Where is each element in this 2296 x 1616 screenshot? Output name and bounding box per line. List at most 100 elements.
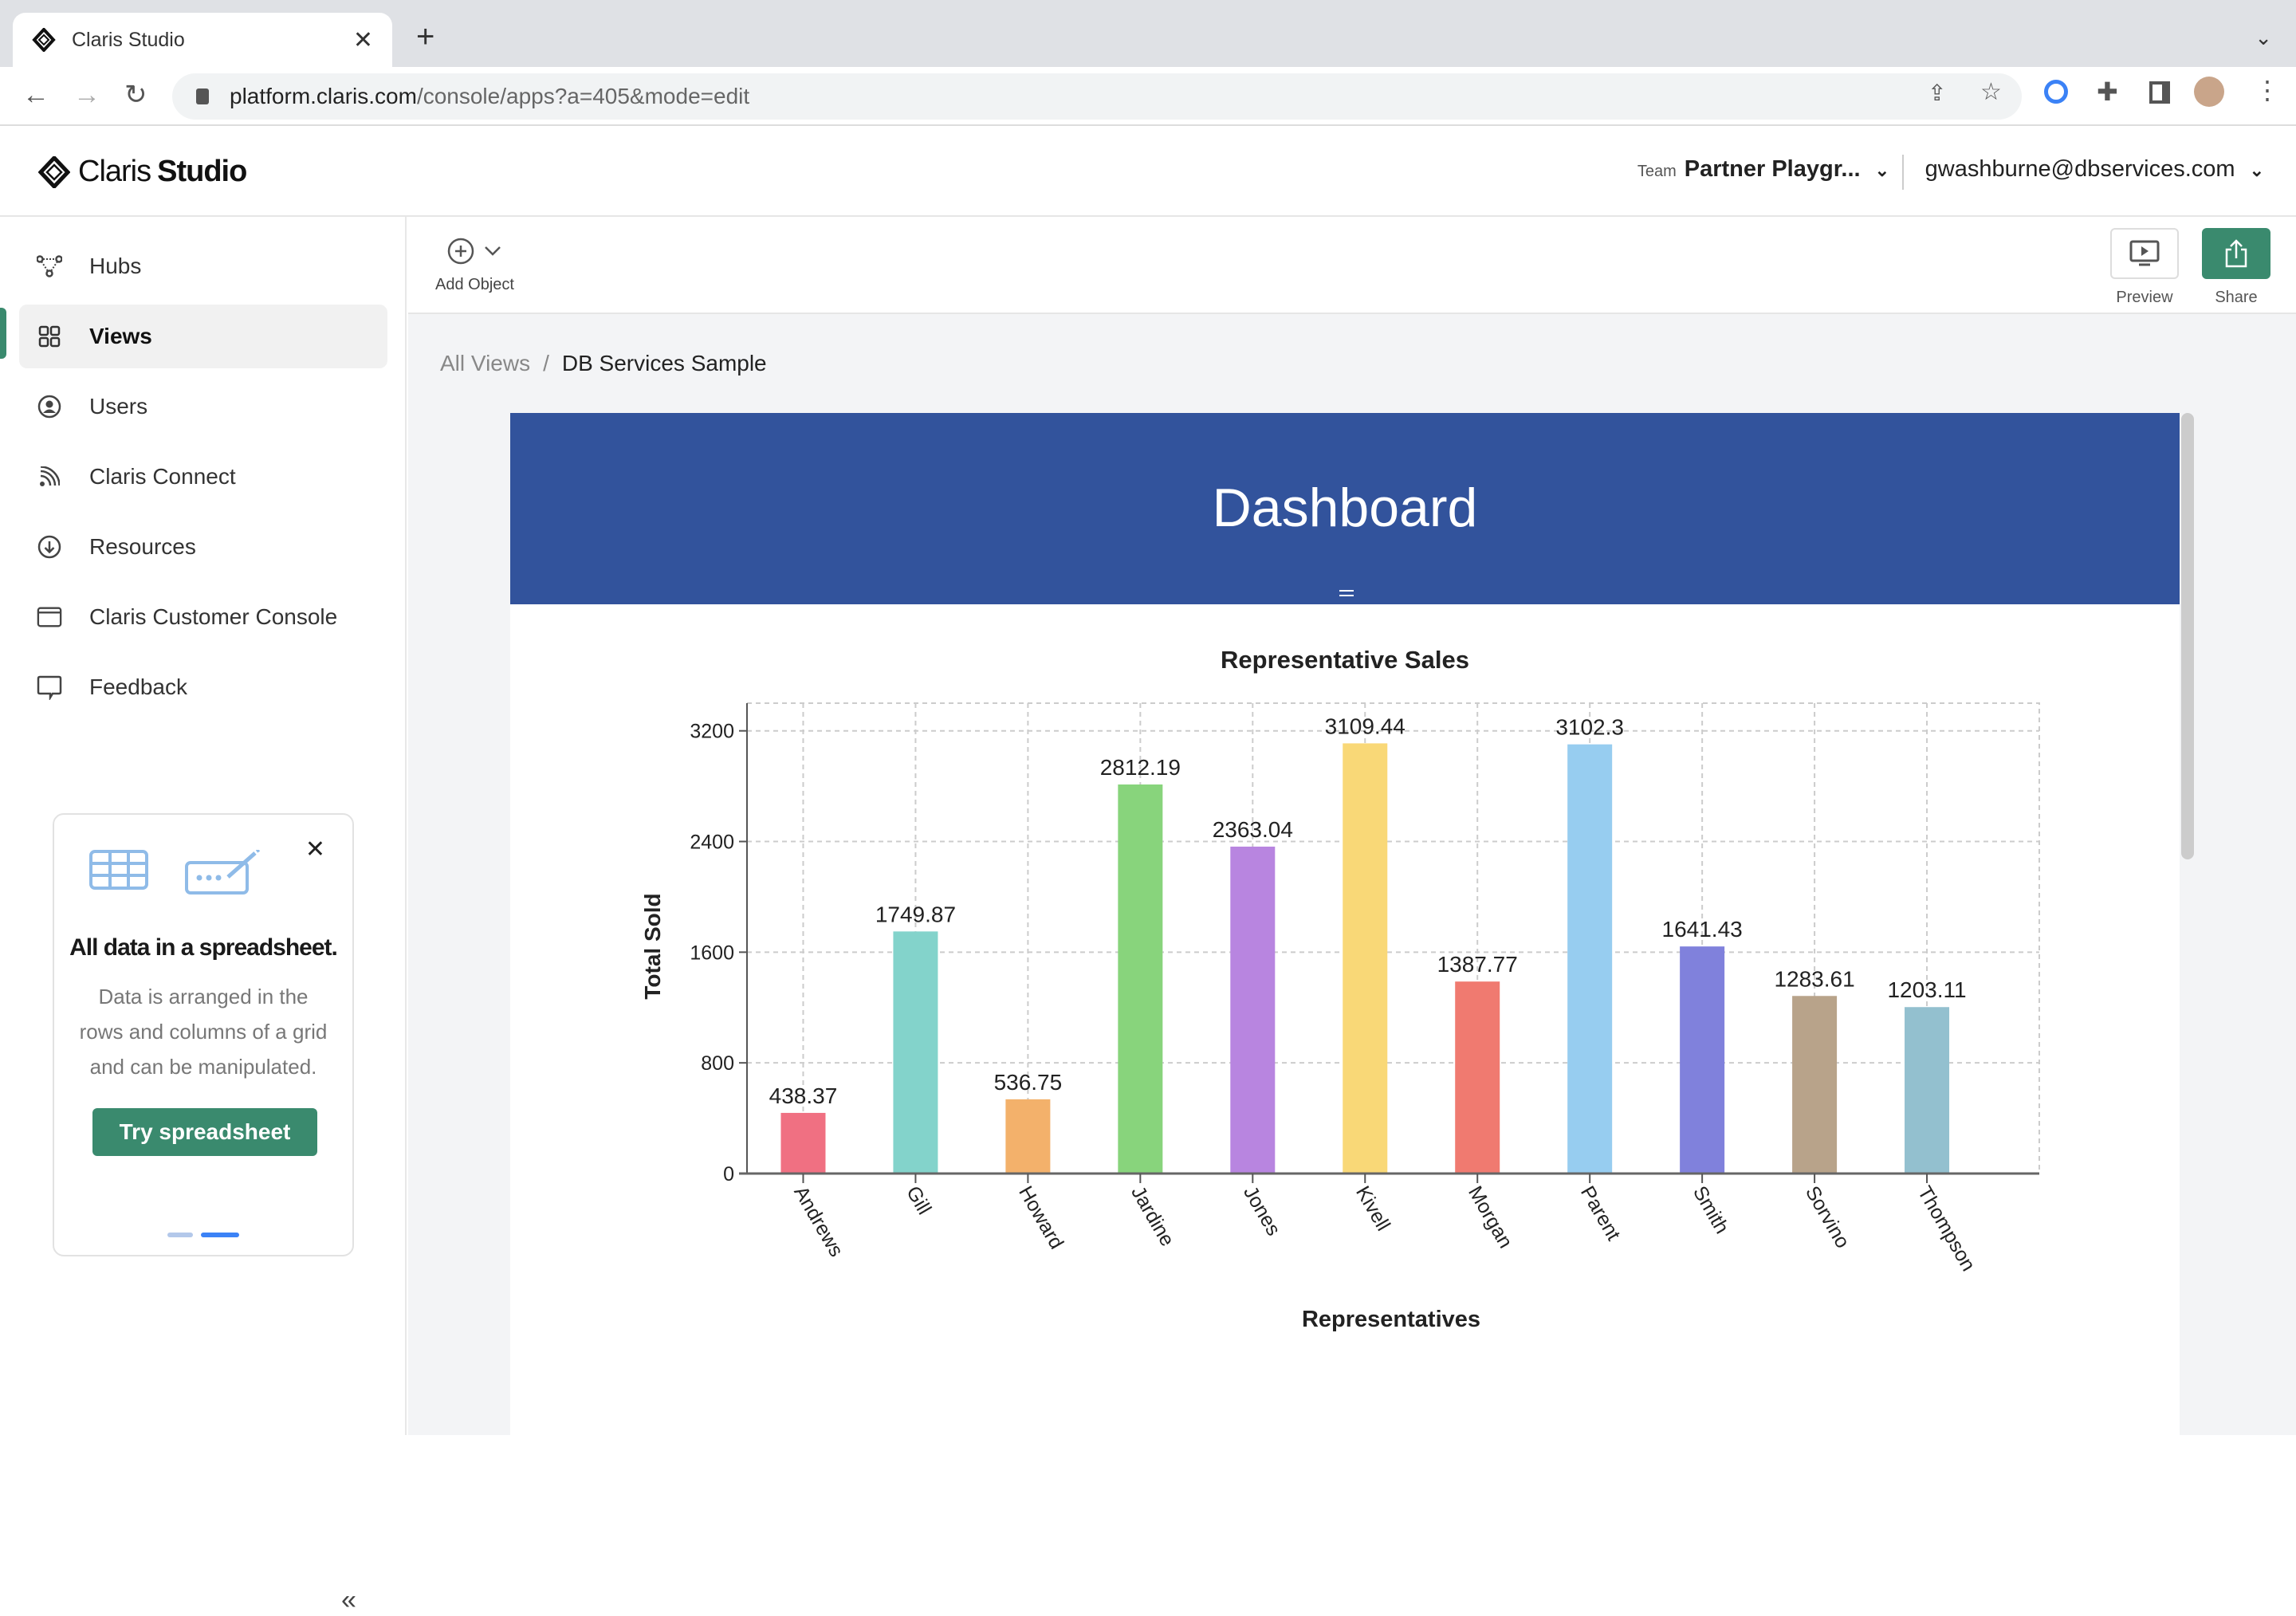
main-area: Add Object Preview Share All Views / DB Se… xyxy=(408,217,2296,1435)
account-menu[interactable]: gwashburne@dbservices.com ⌄ xyxy=(1925,156,2264,183)
sidebar-item-views[interactable]: Views xyxy=(19,305,387,368)
spreadsheet-grid-icon xyxy=(89,850,148,890)
plus-circle-icon xyxy=(448,238,474,265)
x-tick-label: Howard xyxy=(1014,1182,1067,1253)
y-axis-label: Total Sold xyxy=(640,893,665,999)
password-manager-icon[interactable] xyxy=(2044,80,2068,104)
data-label: 536.75 xyxy=(994,1070,1063,1095)
hubs-icon xyxy=(37,254,62,279)
window-icon xyxy=(37,604,62,630)
data-label: 1387.77 xyxy=(1437,952,1518,977)
x-tick-label: Jardine xyxy=(1126,1182,1178,1250)
team-selector[interactable]: Team Partner Playgr... ⌄ xyxy=(1637,156,1889,183)
app-header: Claris Studio Team Partner Playgr... ⌄ g… xyxy=(0,126,2296,217)
bar-morgan xyxy=(1455,981,1500,1174)
collapse-sidebar-icon[interactable]: « xyxy=(341,1585,356,1616)
bar-kivell xyxy=(1343,743,1388,1174)
data-label: 1641.43 xyxy=(1662,917,1743,942)
sidebar-item-hubs[interactable]: Hubs xyxy=(19,234,387,298)
address-bar[interactable]: platform.claris.com/console/apps?a=405&m… xyxy=(172,73,2022,120)
bar-sorvino xyxy=(1792,996,1838,1174)
bar-andrews xyxy=(780,1112,826,1174)
preview-button[interactable]: Preview xyxy=(2110,228,2179,307)
user-circle-icon xyxy=(37,394,62,419)
grid-icon xyxy=(37,324,62,349)
x-axis-label: Representatives xyxy=(1302,1307,1480,1332)
data-label: 2363.04 xyxy=(1213,817,1293,842)
data-label: 1749.87 xyxy=(875,902,956,926)
canvas-scrollbar[interactable] xyxy=(2181,413,2194,859)
claris-logo-icon xyxy=(38,155,70,188)
add-object-button[interactable]: Add Object xyxy=(435,238,514,294)
breadcrumb-all-views[interactable]: All Views xyxy=(440,351,530,375)
rss-icon xyxy=(37,464,62,490)
tab-title: Claris Studio xyxy=(72,28,185,51)
bookmark-star-icon[interactable]: ☆ xyxy=(1980,78,2002,106)
sidebar-item-claris-customer-console[interactable]: Claris Customer Console xyxy=(19,585,387,649)
x-tick-label: Thompson xyxy=(1913,1182,1980,1275)
bar-howard xyxy=(1005,1099,1051,1174)
back-icon[interactable]: ← xyxy=(22,81,49,108)
chevron-down-icon: ⌄ xyxy=(2249,160,2264,180)
url-text: platform.claris.com/console/apps?a=405&m… xyxy=(230,84,750,108)
browser-toolbar: ← → ↻ platform.claris.com/console/apps?a… xyxy=(0,67,2296,126)
try-spreadsheet-button[interactable]: Try spreadsheet xyxy=(92,1108,317,1156)
promo-title: All data in a spreadsheet. xyxy=(69,934,338,961)
sidebar-item-feedback[interactable]: Feedback xyxy=(19,655,387,719)
breadcrumb: All Views / DB Services Sample xyxy=(440,351,767,375)
plot-frame xyxy=(746,702,2040,1174)
breadcrumb-current: DB Services Sample xyxy=(561,351,767,375)
preview-monitor-icon xyxy=(2129,240,2160,266)
sidebar-item-resources[interactable]: Resources xyxy=(19,515,387,579)
profile-avatar[interactable] xyxy=(2194,77,2224,107)
extensions-icon[interactable]: ✚ xyxy=(2097,77,2118,107)
side-panel-icon[interactable] xyxy=(2149,81,2170,104)
chart-title: Representative Sales xyxy=(1221,646,1469,674)
share-upload-icon xyxy=(2225,239,2247,268)
download-circle-icon xyxy=(37,534,62,560)
page-dot-2[interactable] xyxy=(201,1233,239,1237)
data-label: 3109.44 xyxy=(1325,714,1406,738)
x-tick-label: Morgan xyxy=(1464,1182,1517,1252)
share-button[interactable]: Share xyxy=(2202,228,2270,307)
tab-search-chevron-icon[interactable]: ⌄ xyxy=(2255,26,2272,50)
drag-handle-icon[interactable] xyxy=(1339,590,1354,596)
spreadsheet-promo-card: ✕ All data in a spreadsheet. Data is arr… xyxy=(53,813,354,1256)
bar-jones xyxy=(1230,846,1276,1174)
close-promo-icon[interactable]: ✕ xyxy=(305,836,325,863)
data-label: 1283.61 xyxy=(1774,966,1854,991)
bar-smith xyxy=(1680,946,1725,1174)
browser-tab[interactable]: Claris Studio ✕ xyxy=(13,13,392,67)
reload-icon[interactable]: ↻ xyxy=(124,81,147,108)
x-tick-label: Kivell xyxy=(1351,1182,1394,1235)
x-tick-label: Gill xyxy=(902,1182,935,1218)
browser-menu-icon[interactable]: ⋮ xyxy=(2255,75,2280,105)
forward-icon[interactable]: → xyxy=(73,81,100,108)
x-tick-label: Andrews xyxy=(789,1182,847,1260)
edit-toolbar: Add Object Preview Share xyxy=(408,217,2296,314)
sidebar-item-users[interactable]: Users xyxy=(19,375,387,438)
claris-studio-logo[interactable]: Claris Studio xyxy=(38,155,247,189)
y-tick-label: 800 xyxy=(701,1052,734,1075)
new-tab-icon[interactable]: + xyxy=(416,21,434,53)
dashboard-banner[interactable]: Dashboard xyxy=(510,413,2180,604)
y-tick-label: 3200 xyxy=(690,721,734,743)
page-dot-1[interactable] xyxy=(167,1233,193,1237)
bar-gill xyxy=(893,931,938,1174)
x-tick-label: Parent xyxy=(1576,1182,1625,1244)
x-tick-label: Sorvino xyxy=(1801,1182,1854,1252)
data-label: 438.37 xyxy=(769,1083,838,1108)
y-tick-label: 0 xyxy=(723,1163,734,1185)
close-tab-icon[interactable]: ✕ xyxy=(353,26,373,54)
x-tick-label: Smith xyxy=(1689,1182,1733,1237)
share-page-icon[interactable]: ⇪ xyxy=(1928,80,1946,106)
sidebar-item-claris-connect[interactable]: Claris Connect xyxy=(19,445,387,509)
x-tick-label: Jones xyxy=(1239,1182,1285,1240)
claris-logo-icon xyxy=(32,28,56,52)
bar-parent xyxy=(1567,744,1613,1174)
sidebar: Hubs Views Users Claris Connect Resource… xyxy=(0,217,407,1615)
bar-thompson xyxy=(1905,1007,1950,1174)
representative-sales-chart: Representative Sales 0 800 1600 2400 3200 438.… xyxy=(640,646,2040,1332)
chevron-down-icon xyxy=(485,246,501,256)
data-label: 1203.11 xyxy=(1887,977,1966,1002)
